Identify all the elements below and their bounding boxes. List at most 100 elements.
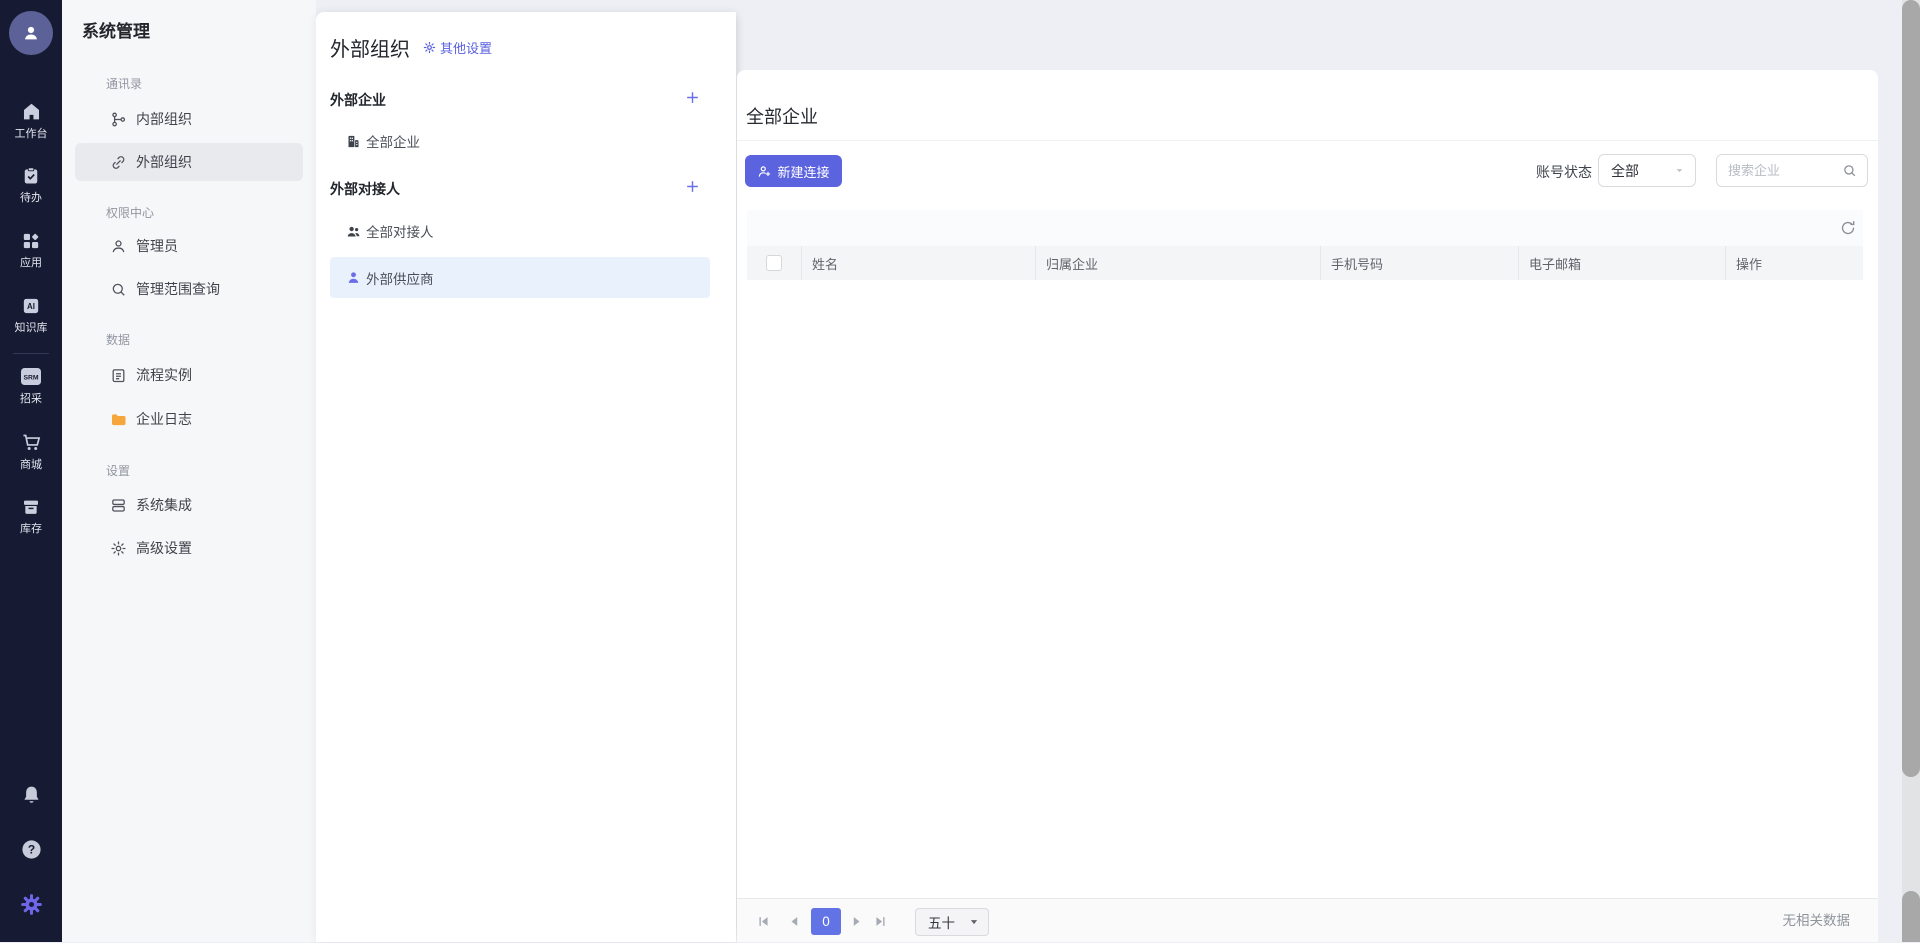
select-all-cell [747, 246, 801, 280]
user-avatar[interactable] [9, 11, 53, 55]
gear-outline-icon [110, 540, 127, 557]
tree-group-external-companies: 外部企业 [330, 90, 386, 110]
tree-item-all-companies[interactable]: 全部企业 [330, 121, 710, 161]
scrollbar-thumb-bottom[interactable] [1902, 891, 1920, 942]
rail-item-workbench[interactable]: 工作台 [0, 101, 62, 141]
question-mark-icon: ? [20, 838, 43, 861]
rail-item-todo[interactable]: 待办 [0, 166, 62, 205]
tree-item-all-contacts[interactable]: 全部对接人 [330, 211, 710, 251]
person-plus-icon [757, 164, 772, 179]
tree-item-label: 外部供应商 [366, 268, 434, 288]
tree-item-external-suppliers[interactable]: 外部供应商 [330, 257, 710, 298]
sidebar-item-internal-org[interactable]: 内部组织 [75, 100, 303, 138]
sidebar-item-label: 流程实例 [136, 365, 192, 385]
rail-item-srm[interactable]: SRM 招采 [0, 366, 62, 406]
other-settings-link[interactable]: 其他设置 [423, 38, 492, 57]
tree-panel: 外部组织 其他设置 外部企业 全部企业 外部对接人 [316, 12, 736, 942]
notifications-bell[interactable] [0, 784, 62, 807]
magnifier-icon [110, 281, 127, 298]
pagination-bar: 0 五十 无相关数据 [737, 898, 1878, 942]
org-fork-icon [110, 111, 127, 128]
srm-badge-icon: SRM [19, 366, 43, 387]
previous-page-button[interactable] [788, 915, 801, 928]
tree-item-label: 全部企业 [366, 131, 420, 151]
archive-box-icon [21, 497, 41, 517]
person-icon [110, 238, 127, 255]
current-page-button[interactable]: 0 [811, 908, 841, 935]
sidebar-item-system-integration[interactable]: 系统集成 [75, 486, 303, 524]
refresh-icon[interactable] [1839, 219, 1857, 237]
link-icon [110, 154, 127, 171]
bell-icon [20, 784, 43, 807]
rail-item-mall[interactable]: 商城 [0, 432, 62, 472]
page-title: 全部企业 [746, 103, 818, 129]
people-icon [346, 224, 361, 239]
account-status-label: 账号状态 [1536, 162, 1592, 182]
divider [737, 140, 1878, 141]
sidebar-item-company-logs[interactable]: 企业日志 [75, 400, 303, 438]
first-page-button[interactable] [757, 915, 770, 928]
next-page-button[interactable] [850, 915, 863, 928]
secondary-sidebar: 系统管理 通讯录 内部组织 外部组织 权限中心 管理员 管理范围查询 [62, 0, 316, 942]
sidebar-item-label: 系统集成 [136, 495, 192, 515]
sidebar-item-admins[interactable]: 管理员 [75, 227, 303, 265]
sidebar-item-external-org[interactable]: 外部组织 [75, 143, 303, 181]
gear-icon [20, 893, 43, 916]
sidebar-item-label: 外部组织 [136, 152, 192, 172]
account-status-select[interactable]: 全部 [1598, 154, 1696, 187]
rail-divider [13, 353, 49, 354]
column-header-actions: 操作 [1725, 246, 1863, 280]
tree-panel-title: 外部组织 [330, 33, 410, 62]
tree-header: 外部组织 其他设置 [330, 33, 492, 62]
last-page-button[interactable] [874, 915, 887, 928]
sidebar-item-scope-query[interactable]: 管理范围查询 [75, 270, 303, 308]
app-rail: 工作台 待办 应用 AI 知识库 SRM 招采 [0, 0, 62, 942]
section-label-data: 数据 [106, 331, 130, 348]
server-stack-icon [110, 497, 127, 514]
column-header-email: 电子邮箱 [1518, 246, 1725, 280]
new-connection-button[interactable]: 新建连接 [745, 155, 842, 187]
clipboard-check-icon [21, 166, 41, 186]
rail-item-apps[interactable]: 应用 [0, 231, 62, 270]
table-header-row: 姓名 归属企业 手机号码 电子邮箱 操作 [747, 246, 1863, 280]
select-all-checkbox[interactable] [766, 255, 782, 271]
home-icon [21, 101, 42, 122]
cart-icon [21, 432, 42, 453]
help-button[interactable]: ? [0, 838, 62, 861]
grid-icon [21, 231, 41, 251]
account-status-value: 全部 [1611, 161, 1639, 181]
page-size-select[interactable]: 五十 [915, 908, 989, 936]
add-external-company-button[interactable] [684, 89, 701, 106]
screen: 工作台 待办 应用 AI 知识库 SRM 招采 [0, 0, 1920, 942]
scrollbar-thumb-main[interactable] [1902, 0, 1920, 777]
svg-text:?: ? [27, 843, 34, 857]
sidebar-item-label: 高级设置 [136, 538, 192, 558]
document-icon [110, 367, 127, 384]
rail-item-inventory[interactable]: 库存 [0, 497, 62, 536]
caret-down-icon [969, 917, 979, 927]
small-gear-icon [423, 41, 436, 54]
sidebar-item-label: 内部组织 [136, 109, 192, 129]
sidebar-item-advanced-settings[interactable]: 高级设置 [75, 529, 303, 567]
sidebar-item-label: 管理员 [136, 236, 178, 256]
chevron-down-icon [1674, 165, 1685, 176]
rail-settings-button[interactable] [0, 893, 62, 916]
tree-group-external-contacts: 外部对接人 [330, 179, 400, 199]
sidebar-item-label: 企业日志 [136, 409, 192, 429]
section-label-settings: 设置 [106, 462, 130, 479]
person-filled-icon [346, 270, 361, 285]
section-label-permissions: 权限中心 [106, 204, 154, 221]
add-external-contact-button[interactable] [684, 178, 701, 195]
tree-item-label: 全部对接人 [366, 221, 434, 241]
company-search [1716, 154, 1868, 187]
rail-item-knowledge[interactable]: AI 知识库 [0, 296, 62, 335]
search-input[interactable] [1717, 163, 1842, 178]
column-header-phone: 手机号码 [1320, 246, 1518, 280]
table-body-empty [747, 280, 1863, 898]
search-icon[interactable] [1842, 163, 1857, 178]
sidebar-item-process-instances[interactable]: 流程实例 [75, 356, 303, 394]
empty-data-text: 无相关数据 [1783, 899, 1851, 943]
building-icon [346, 134, 361, 149]
user-icon [20, 22, 42, 44]
main-content: 全部企业 新建连接 账号状态 全部 [737, 70, 1878, 942]
